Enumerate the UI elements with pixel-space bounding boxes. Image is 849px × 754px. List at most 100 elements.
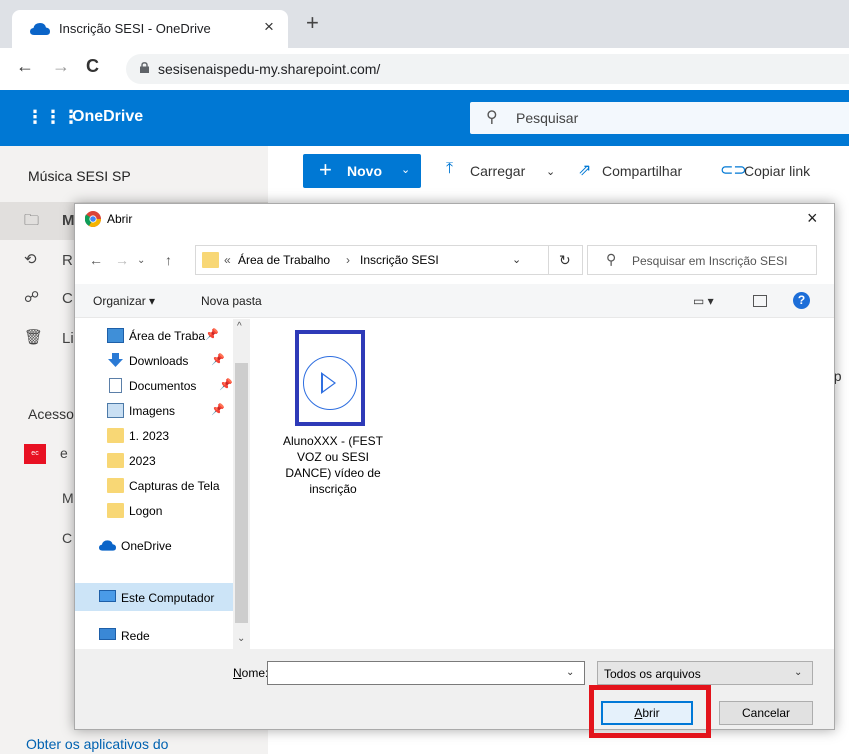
tab-close-icon[interactable]: × [264, 17, 274, 37]
forward-arrow-icon[interactable]: → [52, 56, 70, 77]
folder-icon[interactable]: 🗀 [24, 210, 39, 235]
onedrive-header: ⋮⋮⋮ OneDrive ⚲ Pesquisar [0, 90, 849, 146]
file-list: AlunoXXX - (FEST VOZ ou SESI DANCE) víde… [251, 319, 834, 649]
upload-button[interactable]: Carregar [470, 163, 525, 179]
scrollbar-thumb[interactable] [235, 363, 248, 623]
quick-item-1[interactable]: e [60, 445, 68, 461]
share-icon: ⇗ [578, 162, 592, 179]
new-folder-button[interactable]: Nova pasta [201, 294, 262, 308]
cancel-button[interactable]: Cancelar [719, 701, 813, 725]
onedrive-command-bar: + Novo ⌄ ⤒ Carregar ⌄ ⇗ Compartilhar ⊂⊃ … [268, 146, 849, 196]
onedrive-search-input[interactable]: ⚲ Pesquisar [470, 102, 849, 134]
refresh-icon: ↻ [559, 252, 571, 268]
new-tab-button[interactable]: + [306, 10, 319, 36]
shared-icon[interactable]: ☍ [24, 288, 39, 306]
dialog-close-icon[interactable]: × [807, 208, 818, 229]
quick-item-2[interactable]: M [62, 490, 74, 506]
history-icon[interactable]: ⟲ [24, 250, 37, 268]
desktop-icon [107, 328, 124, 343]
onedrive-cloud-icon [30, 23, 50, 35]
change-view-icon[interactable]: ▭ ▾ [693, 294, 714, 308]
link-icon: ⊂⊃ [720, 162, 747, 179]
folder-icon [107, 478, 124, 493]
tree-item-label: Este Computador [121, 591, 215, 605]
share-button[interactable]: Compartilhar [602, 163, 682, 179]
address-row: ← → C sesisenaispedu-my.sharepoint.com/ [0, 48, 849, 90]
tree-scrollbar[interactable]: ^ ⌄ [233, 319, 250, 649]
file-type-value: Todos os arquivos [604, 667, 701, 681]
onedrive-brand[interactable]: OneDrive [72, 108, 143, 126]
computer-icon [99, 590, 116, 602]
get-apps-link[interactable]: Obter os aplicativos do [26, 736, 168, 752]
play-icon-inner [323, 375, 334, 391]
tree-item-label: Logon [129, 504, 163, 518]
sidebar-item-recent[interactable]: R [62, 252, 73, 269]
chevron-down-icon: ⌄ [401, 164, 411, 176]
chevron-down-icon[interactable]: ⌄ [566, 667, 574, 678]
forward-arrow-icon[interactable]: → [115, 252, 129, 268]
browser-tab-bar: Inscrição SESI - OneDrive × + [0, 0, 849, 48]
tree-item-label: Imagens [129, 404, 176, 418]
copy-link-button[interactable]: Copiar link [744, 163, 810, 179]
dialog-navigation-bar: ← → ⌄ ↑ « Área de Trabalho › Inscrição S… [75, 234, 834, 284]
up-arrow-icon[interactable]: ↑ [165, 252, 172, 268]
file-type-select[interactable]: Todos os arquivos ⌄ [597, 661, 813, 685]
dialog-command-bar: Organizar ▾ Nova pasta ▭ ▾ ? [75, 284, 834, 318]
scroll-down-icon[interactable]: ⌄ [237, 633, 245, 644]
download-icon [108, 353, 123, 367]
trash-icon[interactable]: 🗑 [24, 328, 43, 346]
tree-item-label: Documentos [129, 379, 197, 393]
upload-chevron-icon[interactable]: ⌄ [546, 165, 555, 178]
pin-icon: 📌 [211, 404, 225, 416]
dialog-footer: Nome: ⌄ Todos os arquivos ⌄ Abrir Cancel… [75, 649, 834, 729]
site-name: Música SESI SP [28, 168, 131, 184]
sidebar-item-my-files[interactable]: M [62, 212, 75, 229]
cloud-icon [99, 540, 116, 551]
dialog-search-placeholder: Pesquisar em Inscrição SESI [632, 254, 788, 268]
refresh-button[interactable]: ↻ [549, 245, 583, 275]
sidebar-item-shared[interactable]: C [62, 290, 73, 307]
organize-button[interactable]: Organizar ▾ [93, 294, 155, 308]
tree-item-label: Área de Traba [129, 329, 206, 343]
open-button-highlight [589, 685, 711, 738]
upload-icon: ⤒ [446, 160, 454, 177]
tree-item-label: 2023 [129, 454, 156, 468]
sidebar-item-trash[interactable]: Li [62, 330, 74, 347]
reload-icon[interactable]: C [86, 56, 99, 77]
help-icon[interactable]: ? [793, 292, 810, 309]
new-button[interactable]: + Novo ⌄ [303, 154, 421, 188]
back-arrow-icon[interactable]: ← [89, 252, 103, 268]
path-segment-desktop[interactable]: Área de Trabalho [238, 253, 330, 267]
video-file-icon[interactable] [295, 330, 365, 426]
dialog-search-input[interactable]: ⚲ Pesquisar em Inscrição SESI [587, 245, 817, 275]
pin-icon: 📌 [211, 354, 225, 366]
file-name-label[interactable]: AlunoXXX - (FEST VOZ ou SESI DANCE) víde… [273, 433, 393, 497]
plus-icon: + [319, 157, 332, 182]
pin-icon: 📌 [205, 329, 219, 341]
tree-item-label: Capturas de Tela [129, 479, 220, 493]
recent-locations-chevron-icon[interactable]: ⌄ [137, 255, 145, 266]
pin-icon: 📌 [219, 379, 233, 391]
lock-icon [140, 62, 149, 73]
chrome-icon [85, 211, 101, 227]
file-name-line: AlunoXXX - (FEST [282, 434, 384, 448]
access-key: N [233, 666, 242, 680]
tree-item-label: Downloads [129, 354, 189, 368]
document-icon [109, 378, 122, 393]
path-separator: › [346, 253, 350, 267]
folder-icon [107, 503, 124, 518]
search-placeholder: Pesquisar [516, 110, 579, 126]
quick-access-heading: Acesso [28, 406, 74, 422]
scroll-up-icon[interactable]: ^ [237, 321, 242, 332]
file-name-input[interactable]: ⌄ [267, 661, 585, 685]
quick-item-3[interactable]: C [62, 530, 72, 546]
preview-pane-icon[interactable] [753, 295, 767, 307]
path-dropdown-icon[interactable]: ⌄ [512, 253, 521, 266]
url-bar[interactable]: sesisenaispedu-my.sharepoint.com/ [126, 54, 849, 84]
back-arrow-icon[interactable]: ← [16, 56, 34, 77]
folder-icon [107, 428, 124, 443]
browser-tab[interactable]: Inscrição SESI - OneDrive × [12, 10, 288, 48]
path-breadcrumb[interactable]: « Área de Trabalho › Inscrição SESI ⌄ [195, 245, 549, 275]
path-segment-folder[interactable]: Inscrição SESI [360, 253, 439, 267]
site-avatar[interactable]: ec [24, 444, 46, 464]
